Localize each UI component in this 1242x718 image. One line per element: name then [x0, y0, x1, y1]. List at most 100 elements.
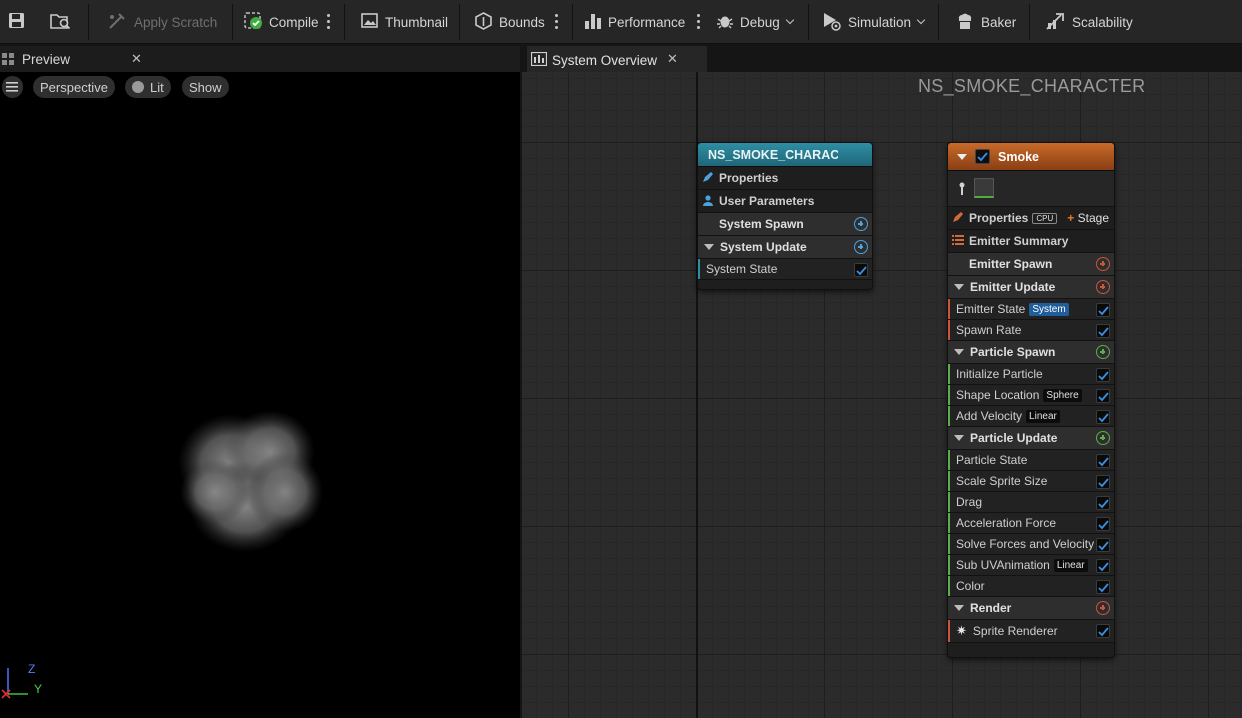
browse-button[interactable] [50, 0, 78, 44]
bounds-button[interactable]: Bounds [474, 0, 545, 44]
sprite-renderer-module[interactable]: ✷ Sprite Renderer [948, 620, 1114, 643]
viewport-options-button[interactable] [2, 76, 23, 98]
enable-checkbox[interactable] [854, 263, 868, 277]
simulation-menu[interactable]: Simulation [822, 0, 926, 44]
bounds-options-button[interactable] [555, 14, 559, 30]
spawn-rate-module[interactable]: Spawn Rate [948, 320, 1114, 341]
show-button[interactable]: Show [182, 76, 229, 98]
add-renderer-icon[interactable] [1096, 601, 1110, 615]
module-color-bar [948, 620, 950, 642]
acceleration-force-module[interactable]: Acceleration Force [948, 513, 1114, 534]
emitter-enabled-checkbox[interactable] [975, 149, 990, 164]
module-color-bar [948, 364, 950, 384]
add-module-icon[interactable] [1096, 280, 1110, 294]
add-module-icon[interactable] [854, 217, 868, 231]
emitter-thumbnail-icon[interactable] [974, 178, 994, 198]
system-overview-graph[interactable]: NS_SMOKE_CHARACTER NS_SMOKE_CHARACT Prop… [522, 72, 1242, 718]
add-module-icon[interactable] [1096, 345, 1110, 359]
enable-checkbox[interactable] [1096, 475, 1110, 489]
compile-options-button[interactable] [327, 14, 331, 30]
particle-spawn-section[interactable]: Particle Spawn [948, 341, 1114, 364]
emitter-node-smoke[interactable]: Smoke Properties CPU + Stage Emitter Sum… [947, 142, 1115, 658]
perspective-label: Perspective [40, 79, 108, 95]
thumbnail-button[interactable]: Thumbnail [361, 0, 448, 44]
enable-checkbox[interactable] [1096, 517, 1110, 531]
close-icon[interactable]: ✕ [667, 51, 678, 67]
initialize-particle-module[interactable]: Initialize Particle [948, 364, 1114, 385]
emitter-properties-row[interactable]: Properties CPU + Stage [948, 207, 1114, 230]
system-properties-row[interactable]: Properties [698, 167, 872, 190]
module-color-bar [948, 320, 950, 340]
color-module[interactable]: Color [948, 576, 1114, 597]
enable-checkbox[interactable] [1096, 496, 1110, 510]
emitter-state-module[interactable]: Emitter State System [948, 299, 1114, 320]
lit-button[interactable]: Lit [125, 76, 171, 98]
scalability-label: Scalability [1072, 14, 1133, 30]
emitter-spawn-section[interactable]: Emitter Spawn [948, 253, 1114, 276]
preview-panel-icon [2, 53, 14, 68]
system-name-label: NS_SMOKE_CHARACTER [918, 76, 1146, 96]
preview-viewport[interactable]: Z Y [0, 72, 520, 718]
apply-scratch-button[interactable]: Apply Scratch [108, 0, 217, 44]
enable-checkbox[interactable] [1096, 454, 1110, 468]
add-module-icon[interactable] [1096, 257, 1110, 271]
chevron-down-icon [785, 15, 795, 25]
scalability-button[interactable]: Scalability [1046, 0, 1133, 44]
pencil-icon [952, 211, 964, 226]
collapse-triangle-icon[interactable] [954, 435, 964, 441]
system-update-section[interactable]: System Update [698, 236, 872, 259]
acceleration-force-label: Acceleration Force [956, 516, 1057, 530]
baker-button[interactable]: Baker [955, 0, 1016, 44]
user-parameters-label: User Parameters [719, 194, 815, 208]
enable-checkbox[interactable] [1096, 389, 1110, 403]
close-icon[interactable]: ✕ [131, 51, 142, 67]
system-node[interactable]: NS_SMOKE_CHARACT Properties User Paramet… [697, 142, 873, 290]
emitter-node-header[interactable]: Smoke [948, 143, 1114, 171]
shape-location-module[interactable]: Shape Location Sphere [948, 385, 1114, 406]
performance-options-button[interactable] [697, 14, 701, 30]
bug-icon [716, 12, 734, 33]
enable-checkbox[interactable] [1096, 559, 1110, 573]
enable-checkbox[interactable] [1096, 580, 1110, 594]
collapse-triangle-icon[interactable] [954, 284, 964, 290]
collapse-triangle-icon[interactable] [954, 349, 964, 355]
emitter-update-section[interactable]: Emitter Update [948, 276, 1114, 299]
system-state-module[interactable]: System State [698, 259, 872, 280]
enable-checkbox[interactable] [1096, 410, 1110, 424]
scale-sprite-size-module[interactable]: Scale Sprite Size [948, 471, 1114, 492]
enable-checkbox[interactable] [1096, 303, 1110, 317]
particle-update-section[interactable]: Particle Update [948, 427, 1114, 450]
pin-icon[interactable] [957, 182, 967, 199]
system-spawn-section[interactable]: System Spawn [698, 213, 872, 236]
collapse-triangle-icon[interactable] [954, 605, 964, 611]
add-module-icon[interactable] [854, 240, 868, 254]
axis-y-label: Y [34, 682, 43, 696]
save-button[interactable] [8, 0, 31, 44]
debug-menu[interactable]: Debug [716, 0, 795, 44]
system-node-header[interactable]: NS_SMOKE_CHARACT [698, 143, 872, 167]
add-module-icon[interactable] [1096, 431, 1110, 445]
enable-checkbox[interactable] [1096, 368, 1110, 382]
enable-checkbox[interactable] [1096, 538, 1110, 552]
tab-preview[interactable]: Preview ✕ [0, 46, 152, 72]
sub-uv-animation-module[interactable]: Sub UVAnimation Linear [948, 555, 1114, 576]
drag-module[interactable]: Drag [948, 492, 1114, 513]
add-stage-button[interactable]: + Stage [1067, 211, 1109, 225]
sub-uv-label: Sub UVAnimation [956, 558, 1050, 572]
perspective-button[interactable]: Perspective [33, 76, 115, 98]
enable-checkbox[interactable] [1096, 624, 1110, 638]
performance-button[interactable]: Performance [584, 0, 685, 44]
enable-checkbox[interactable] [1096, 324, 1110, 338]
collapse-triangle-icon[interactable] [704, 244, 714, 250]
toolbar-divider [1029, 4, 1030, 40]
solve-forces-module[interactable]: Solve Forces and Velocity [948, 534, 1114, 555]
emitter-summary-row[interactable]: Emitter Summary [948, 230, 1114, 253]
add-velocity-module[interactable]: Add Velocity Linear [948, 406, 1114, 427]
simulation-label: Simulation [848, 14, 912, 30]
compile-button[interactable]: Compile [244, 0, 319, 44]
render-section[interactable]: Render [948, 597, 1114, 620]
user-parameters-row[interactable]: User Parameters [698, 190, 872, 213]
tab-system-overview[interactable]: System Overview ✕ [527, 46, 707, 72]
particle-state-module[interactable]: Particle State [948, 450, 1114, 471]
collapse-triangle-icon[interactable] [957, 153, 967, 160]
